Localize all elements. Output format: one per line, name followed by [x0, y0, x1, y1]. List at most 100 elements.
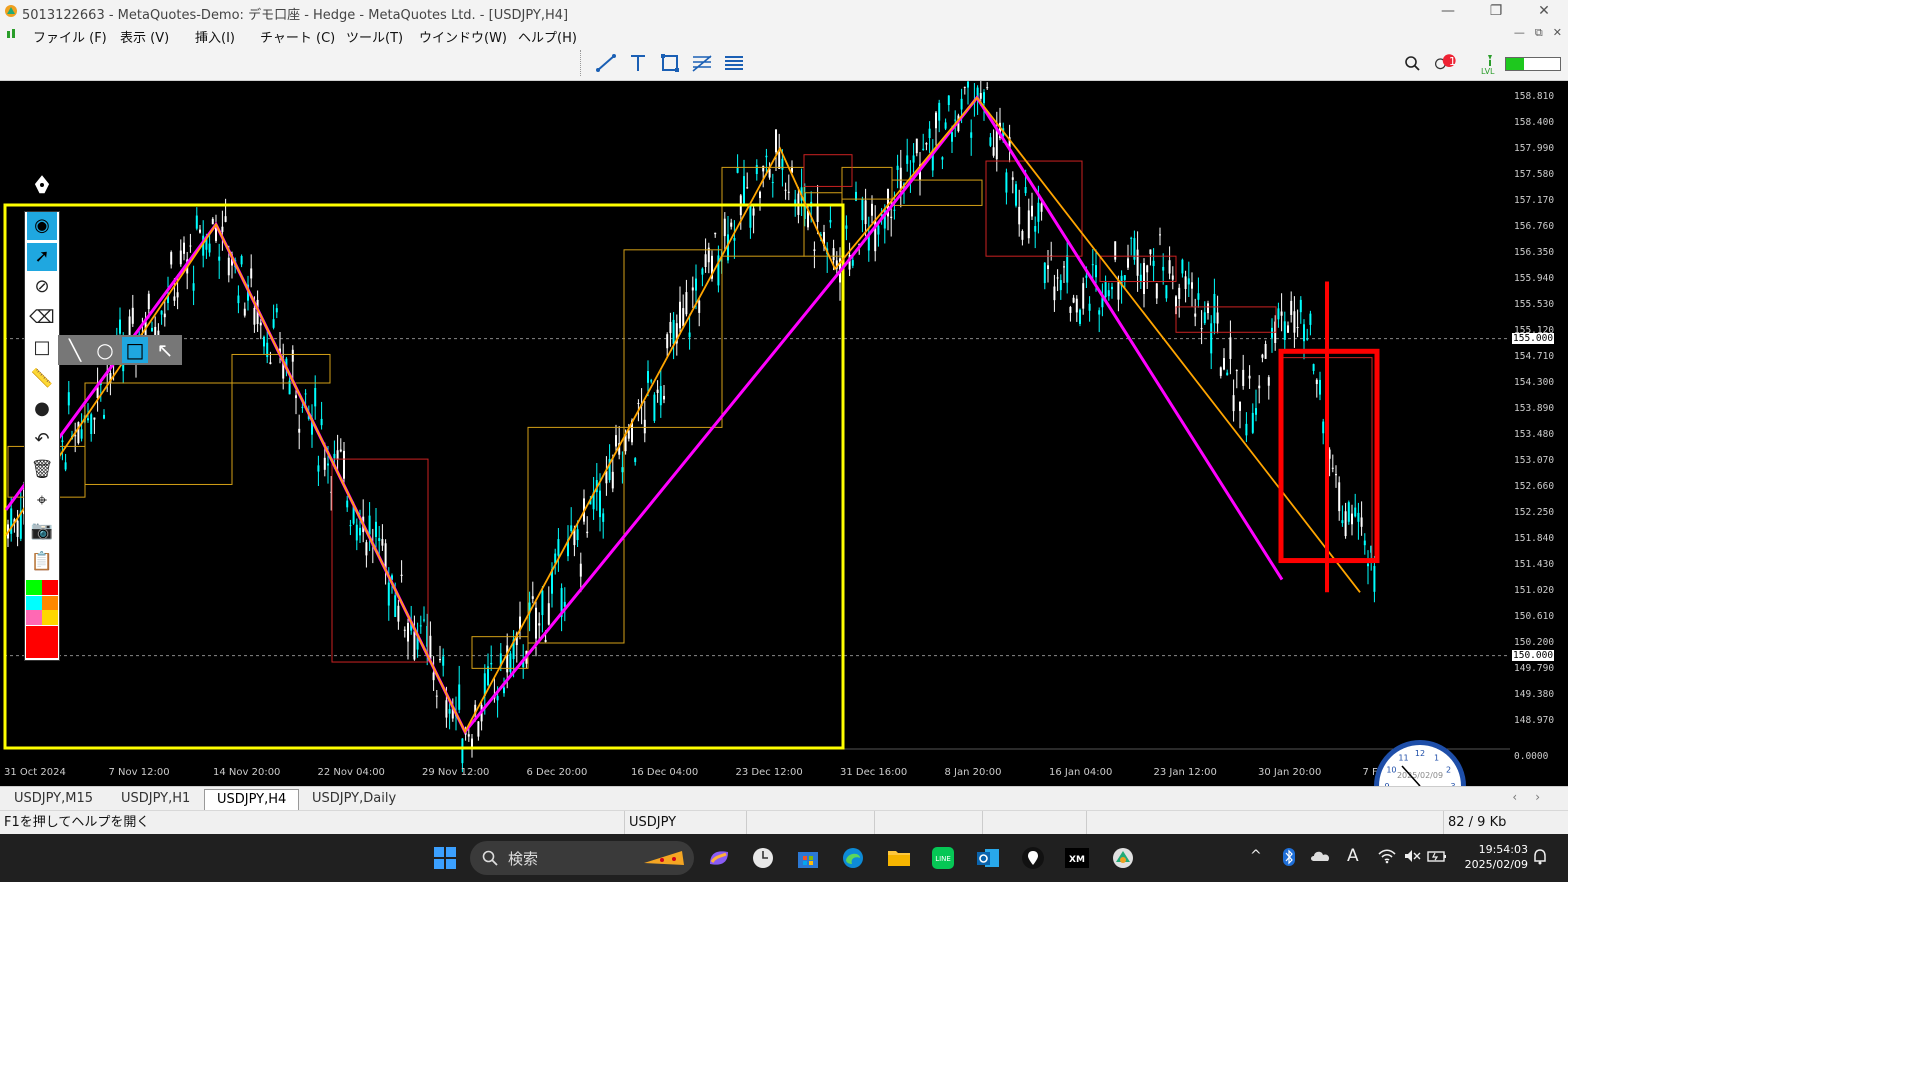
mdi-minimize-button[interactable]: — — [1514, 26, 1525, 40]
minimize-button[interactable]: — — [1424, 0, 1472, 24]
copilot-icon[interactable] — [706, 846, 732, 870]
pen-tip-icon[interactable] — [30, 172, 54, 200]
camera-icon[interactable]: 📷 — [27, 517, 57, 545]
circle-icon[interactable]: ○ — [92, 337, 118, 363]
candle-body — [922, 148, 925, 150]
candle-body — [1037, 202, 1040, 222]
onedrive-icon[interactable] — [1310, 848, 1332, 864]
metatrader-taskbar-icon[interactable] — [1110, 846, 1136, 870]
xm-trading-icon[interactable]: XM — [1064, 846, 1090, 870]
maximize-button[interactable]: ❐ — [1472, 0, 1520, 24]
candle-body — [1015, 184, 1017, 206]
color-swatch[interactable] — [26, 610, 42, 625]
battery-icon[interactable] — [1427, 848, 1447, 864]
line-app-icon[interactable]: LINE — [930, 846, 956, 870]
menu-insert[interactable]: 挿入(I) — [195, 27, 235, 46]
candle-body — [1117, 279, 1120, 300]
chart-canvas[interactable] — [0, 81, 1568, 786]
status-cell-empty-2 — [874, 811, 983, 835]
close-button[interactable]: ✕ — [1520, 0, 1568, 24]
candle-body — [1066, 255, 1069, 283]
active-color-swatch[interactable] — [26, 626, 58, 658]
ime-indicator-icon[interactable]: A — [1347, 846, 1359, 866]
fibonacci-icon[interactable] — [690, 52, 714, 74]
menu-chart[interactable]: チャート (C) — [260, 27, 335, 46]
bluetooth-icon[interactable] — [1282, 848, 1296, 866]
edge-icon[interactable] — [840, 846, 866, 870]
line-icon[interactable]: ╲ — [62, 337, 88, 363]
candle-body — [365, 542, 368, 556]
candle-body — [160, 310, 163, 315]
color-swatch[interactable] — [26, 580, 42, 595]
speaker-muted-icon[interactable] — [1403, 848, 1421, 864]
candle-body — [541, 590, 544, 616]
tab-usdjpy-daily[interactable]: USDJPY,Daily — [300, 789, 408, 809]
eye-icon[interactable]: ◉ — [27, 212, 57, 240]
candle-body — [890, 216, 893, 219]
pin-icon[interactable]: ⌖ — [27, 487, 57, 515]
tab-usdjpy-h4[interactable]: USDJPY,H4 — [204, 789, 300, 810]
taskbar-search[interactable]: 検索 — [470, 841, 694, 875]
color-swatch[interactable] — [42, 580, 58, 595]
eraser-tag-icon[interactable]: ⌫ — [27, 304, 57, 332]
color-swatch[interactable] — [42, 610, 58, 625]
mdi-restore-button[interactable]: ⧉ — [1535, 26, 1543, 40]
search-icon[interactable] — [1400, 52, 1424, 74]
candle-body — [1210, 323, 1213, 354]
chart-app-icon[interactable] — [6, 28, 18, 40]
location-pin-app-icon[interactable] — [1020, 846, 1046, 870]
outlook-icon[interactable] — [975, 846, 1001, 870]
text-icon[interactable] — [626, 52, 650, 74]
arrow-icon[interactable]: ↖ — [152, 337, 178, 363]
price-highlight-label: 155.000 — [1512, 332, 1555, 344]
mdi-close-button[interactable]: ✕ — [1553, 26, 1562, 40]
candle-body — [301, 406, 304, 408]
candle-body — [1239, 401, 1241, 411]
candle-body — [1312, 364, 1315, 371]
color-swatch[interactable] — [26, 596, 42, 611]
dot-icon[interactable]: ● — [27, 395, 57, 423]
candle-body — [1011, 177, 1014, 180]
pen-off-icon[interactable]: ⊘ — [27, 273, 57, 301]
clipboard-icon[interactable]: 📋 — [27, 548, 57, 576]
menu-window[interactable]: ウインドウ(W) — [419, 27, 507, 46]
taskbar-clock[interactable]: 19:54:03 2025/02/09 — [1456, 842, 1528, 872]
menu-view[interactable]: 表示 (V) — [120, 27, 169, 46]
candle-body — [912, 155, 915, 163]
store-icon[interactable] — [795, 846, 821, 870]
candle-body — [64, 462, 67, 470]
square-icon[interactable]: □ — [122, 337, 148, 363]
trash-icon[interactable]: 🗑 — [27, 456, 57, 484]
rectangle-draw-icon[interactable] — [658, 52, 682, 74]
cursor-icon[interactable]: ➚ — [27, 242, 57, 271]
wifi-icon[interactable] — [1378, 848, 1396, 864]
tray-chevron-icon[interactable]: ^ — [1250, 848, 1262, 864]
menu-file[interactable]: ファイル (F) — [33, 27, 107, 46]
menu-tools[interactable]: ツール(T) — [346, 27, 403, 46]
candle-body — [1235, 370, 1238, 372]
trendline-icon[interactable] — [594, 52, 618, 74]
tab-usdjpy-m15[interactable]: USDJPY,M15 — [2, 789, 105, 809]
candle-body — [829, 220, 832, 223]
price-scale[interactable]: 158.810 158.400 157.990 157.580 157.170 156.7… — [1510, 81, 1568, 786]
color-swatch[interactable] — [42, 596, 58, 611]
tab-usdjpy-h1[interactable]: USDJPY,H1 — [109, 789, 202, 809]
clock-app-icon[interactable] — [750, 846, 776, 870]
candle-body — [1162, 266, 1165, 271]
candle-body — [1299, 299, 1302, 313]
candle-body — [1136, 249, 1139, 276]
menu-help[interactable]: ヘルプ(H) — [518, 27, 577, 46]
price-label: 153.480 — [1514, 429, 1555, 440]
price-chart[interactable]: 158.810 158.400 157.990 157.580 157.170 156.7… — [0, 81, 1568, 786]
rectangle-icon[interactable]: □ — [27, 334, 57, 362]
notification-bell-icon[interactable] — [1532, 848, 1548, 866]
candle-body — [781, 158, 784, 170]
file-explorer-icon[interactable] — [886, 846, 912, 870]
ruler-icon[interactable]: 📏 — [27, 365, 57, 393]
undo-icon[interactable]: ↶ — [27, 426, 57, 454]
tab-scroll-arrows[interactable]: ‹› — [1512, 790, 1558, 804]
candle-body — [490, 662, 493, 665]
windows-start-icon[interactable] — [432, 846, 458, 870]
candle-body — [253, 308, 256, 325]
channel-icon[interactable] — [722, 52, 746, 74]
